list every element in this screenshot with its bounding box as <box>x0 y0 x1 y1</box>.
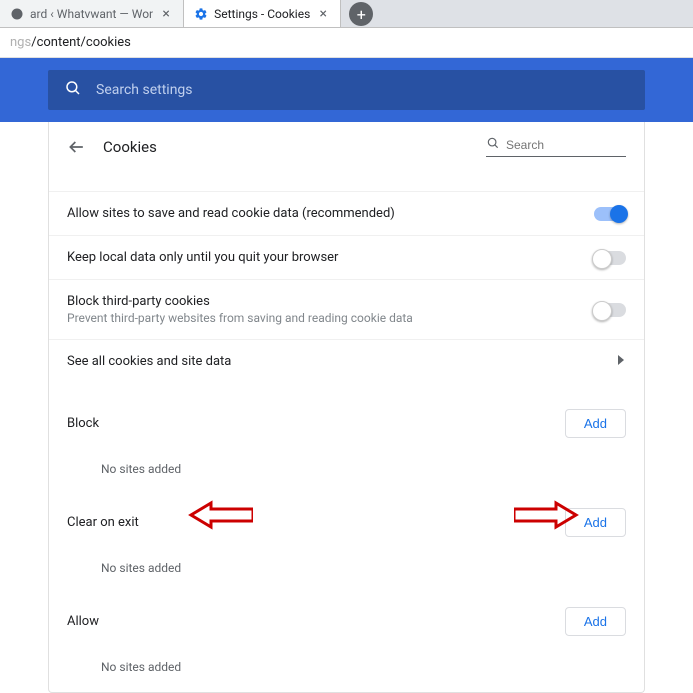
section-block: Block Add <box>49 395 644 452</box>
url-bar[interactable]: ngs/content/cookies <box>0 28 693 58</box>
toggle-allow-save[interactable] <box>594 207 626 221</box>
add-button-block[interactable]: Add <box>565 409 626 438</box>
inline-search-input[interactable] <box>506 138 626 152</box>
section-title: Block <box>67 416 565 431</box>
tab-strip: ard ‹ Whatvwant — Wor × Settings - Cooki… <box>0 0 693 28</box>
search-icon <box>64 79 82 101</box>
empty-block: No sites added <box>49 452 644 494</box>
tab-label: ard ‹ Whatvwant — Wor <box>30 7 153 21</box>
empty-allow: No sites added <box>49 650 644 692</box>
add-button-clear[interactable]: Add <box>565 508 626 537</box>
new-tab-button[interactable]: + <box>349 2 373 26</box>
close-icon[interactable]: × <box>316 7 330 21</box>
empty-clear: No sites added <box>49 551 644 593</box>
toggle-block-third-party[interactable] <box>594 303 626 317</box>
add-button-allow[interactable]: Add <box>565 607 626 636</box>
tab-settings[interactable]: Settings - Cookies × <box>184 0 341 27</box>
row-label: Keep local data only until you quit your… <box>67 250 594 265</box>
row-label: See all cookies and site data <box>67 354 616 369</box>
row-sublabel: Prevent third-party websites from saving… <box>67 311 594 325</box>
search-settings-bar[interactable]: Search settings <box>48 70 645 110</box>
page-title: Cookies <box>103 138 157 156</box>
section-title: Clear on exit <box>67 515 565 530</box>
wordpress-icon <box>10 7 24 21</box>
url-gray: ngs <box>10 35 31 50</box>
search-placeholder: Search settings <box>96 82 193 98</box>
tab-label: Settings - Cookies <box>214 7 310 21</box>
card-header: Cookies <box>49 122 644 171</box>
row-allow-save: Allow sites to save and read cookie data… <box>49 191 644 235</box>
settings-header: Search settings <box>0 58 693 122</box>
row-see-all-cookies[interactable]: See all cookies and site data <box>49 339 644 383</box>
chevron-right-icon <box>616 354 626 369</box>
gear-icon <box>194 7 208 21</box>
row-block-third-party: Block third-party cookies Prevent third-… <box>49 279 644 339</box>
row-keep-until-quit: Keep local data only until you quit your… <box>49 235 644 279</box>
tab-whatvwant[interactable]: ard ‹ Whatvwant — Wor × <box>0 0 184 27</box>
back-button[interactable] <box>67 137 87 157</box>
close-icon[interactable]: × <box>159 7 173 21</box>
settings-card: Cookies Allow sites to save and read coo… <box>48 122 645 693</box>
search-icon <box>486 136 500 154</box>
url-path: /content/cookies <box>31 35 131 50</box>
row-label: Block third-party cookies <box>67 294 594 309</box>
section-title: Allow <box>67 614 565 629</box>
row-label: Allow sites to save and read cookie data… <box>67 206 594 221</box>
toggle-keep-until-quit[interactable] <box>594 251 626 265</box>
section-allow: Allow Add <box>49 593 644 650</box>
section-clear-on-exit: Clear on exit Add <box>49 494 644 551</box>
inline-search[interactable] <box>486 136 626 157</box>
